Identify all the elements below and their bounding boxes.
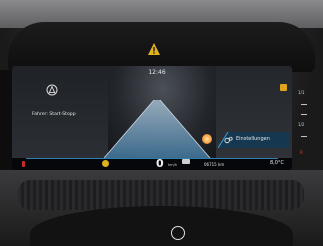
gauge-label-reserve: R — [300, 150, 303, 155]
speed-value: 0 — [156, 157, 164, 170]
gauge-label-1: 1/1 — [298, 90, 305, 95]
range-icon — [182, 159, 190, 164]
right-gauge-scale — [292, 70, 310, 170]
instrument-cluster: 12:46 Fahrer: Start-Stopp Einstellungen … — [12, 66, 292, 170]
gauge-tick — [301, 114, 307, 115]
autohold-icon — [46, 84, 58, 96]
speed-unit: km/h — [168, 163, 178, 167]
odometer-value: 06715 km — [204, 162, 225, 167]
warning-triangle-icon — [148, 43, 160, 55]
fuel-warning-icon — [22, 161, 25, 167]
gauge-label-2: 1/2 — [298, 122, 305, 127]
outside-temperature: 8,0°C — [270, 160, 284, 166]
settings-label[interactable]: Einstellungen — [236, 136, 270, 142]
driver-start-stop-message: Fahrer: Start-Stopp — [32, 112, 76, 117]
status-warning-icon — [280, 84, 287, 91]
light-indicator-icon — [202, 134, 212, 144]
gauge-tick — [301, 136, 307, 137]
gauge-tick — [301, 104, 307, 105]
brand-logo-icon — [171, 226, 185, 240]
smiley-icon — [102, 160, 109, 167]
cluster-status-bar — [12, 158, 292, 170]
status-bar-accent-line — [26, 158, 278, 159]
settings-car-icon — [224, 136, 233, 144]
clock: 12:46 — [148, 69, 166, 76]
dashboard-scene: 12:46 Fahrer: Start-Stopp Einstellungen … — [0, 0, 323, 246]
instrument-hood — [8, 22, 315, 72]
